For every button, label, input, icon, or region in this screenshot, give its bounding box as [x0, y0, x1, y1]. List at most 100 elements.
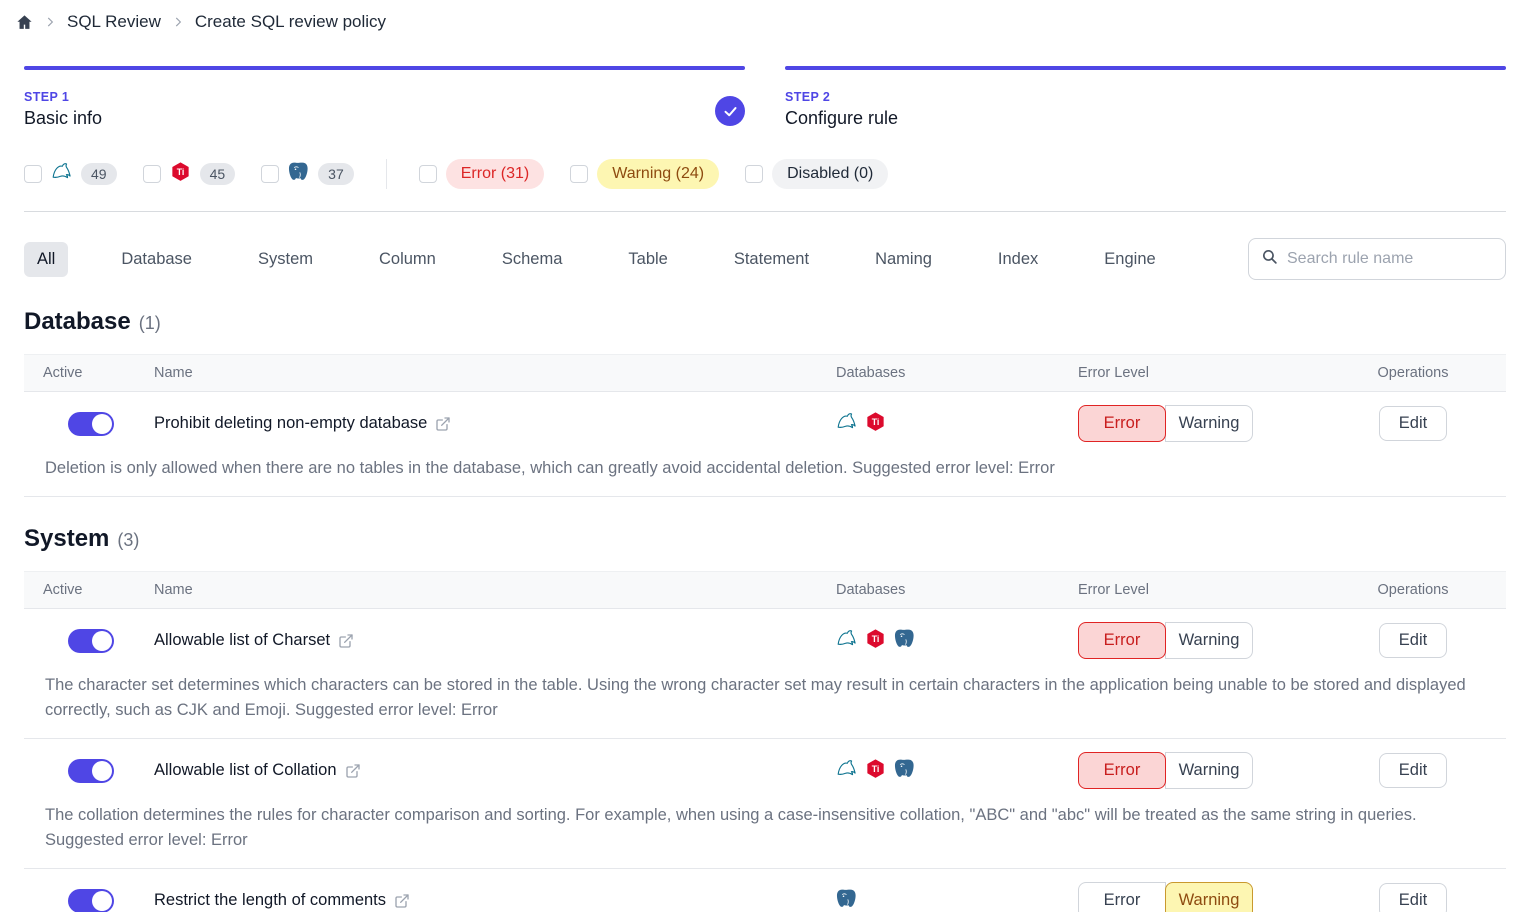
- mysql-icon: [51, 169, 72, 186]
- error-level-warning-button[interactable]: Warning: [1165, 882, 1253, 912]
- search-input[interactable]: [1287, 250, 1493, 268]
- external-link-icon[interactable]: [435, 416, 451, 432]
- active-toggle[interactable]: [68, 889, 114, 912]
- step-2[interactable]: STEP 2 Configure rule: [785, 66, 1506, 129]
- step-1[interactable]: STEP 1 Basic info: [24, 66, 745, 129]
- tidb-count-badge: 45: [200, 163, 236, 185]
- breadcrumb-current-page: Create SQL review policy: [195, 12, 386, 32]
- tab-database[interactable]: Database: [108, 242, 205, 277]
- section-heading: Database (1): [24, 308, 1506, 336]
- home-icon[interactable]: [16, 14, 33, 31]
- active-toggle[interactable]: [68, 412, 114, 436]
- edit-button[interactable]: Edit: [1379, 753, 1447, 788]
- rule-name: Allowable list of Charset: [154, 631, 330, 650]
- rule-section: Database (1) Active Name Databases Error…: [24, 308, 1506, 497]
- error-level-error-button[interactable]: Error: [1078, 752, 1166, 789]
- column-header-error-level: Error Level: [1060, 572, 1320, 608]
- category-tabs-row: All Database System Column Schema Table Statem…: [24, 238, 1506, 280]
- mysql-filter-checkbox[interactable]: [24, 165, 42, 183]
- column-header-name: Name: [154, 572, 820, 608]
- tab-index[interactable]: Index: [985, 242, 1051, 277]
- edit-button[interactable]: Edit: [1379, 406, 1447, 441]
- section-count: (1): [139, 313, 161, 334]
- active-toggle[interactable]: [68, 629, 114, 653]
- postgres-icon-slot: [288, 161, 309, 187]
- tab-engine[interactable]: Engine: [1091, 242, 1168, 277]
- tab-all[interactable]: All: [24, 242, 68, 277]
- postgres-filter-checkbox[interactable]: [261, 165, 279, 183]
- tab-schema[interactable]: Schema: [489, 242, 576, 277]
- rule-description: Deletion is only allowed when there are …: [24, 454, 1506, 496]
- edit-button[interactable]: Edit: [1379, 623, 1447, 658]
- filter-postgres: 37: [261, 161, 354, 187]
- breadcrumb: SQL Review Create SQL review policy: [16, 0, 1506, 42]
- filter-error: Error (31): [419, 159, 544, 189]
- column-header-active: Active: [24, 572, 154, 608]
- category-tabs: All Database System Column Schema Table Statem…: [24, 242, 1248, 277]
- error-filter-checkbox[interactable]: [419, 165, 437, 183]
- tab-column[interactable]: Column: [366, 242, 449, 277]
- error-level-control: Error Warning: [1060, 752, 1320, 789]
- search-box[interactable]: [1248, 238, 1506, 280]
- section-count: (3): [117, 530, 139, 551]
- filter-mysql: 49: [24, 161, 117, 187]
- error-level-warning-button[interactable]: Warning: [1165, 405, 1253, 442]
- external-link-icon[interactable]: [338, 633, 354, 649]
- breadcrumb-sql-review[interactable]: SQL Review: [67, 12, 161, 32]
- column-header-error-level: Error Level: [1060, 355, 1320, 391]
- tab-statement[interactable]: Statement: [721, 242, 822, 277]
- table-header-row: Active Name Databases Error Level Operat…: [24, 354, 1506, 392]
- external-link-icon[interactable]: [394, 893, 410, 909]
- chevron-right-icon: [43, 15, 57, 29]
- error-level-warning-button[interactable]: Warning: [1165, 622, 1253, 659]
- error-filter-pill: Error (31): [446, 159, 544, 189]
- table-body: Allowable list of Charset Ti Error Warni…: [24, 609, 1506, 912]
- svg-text:Ti: Ti: [176, 167, 184, 177]
- external-link-icon[interactable]: [345, 763, 361, 779]
- mysql-icon: [836, 628, 857, 654]
- filter-warning: Warning (24): [570, 159, 719, 189]
- tidb-icon: Ti: [170, 169, 191, 186]
- error-level-warning-button[interactable]: Warning: [1165, 752, 1253, 789]
- rule-description: The character set determines which chara…: [24, 671, 1506, 738]
- rule-description: The collation determines the rules for c…: [24, 801, 1506, 868]
- postgres-icon: [288, 169, 309, 186]
- postgres-count-badge: 37: [318, 163, 354, 185]
- tidb-icon: Ti: [865, 758, 886, 784]
- rule-block: Restrict the length of comments Error Wa…: [24, 868, 1506, 912]
- edit-button[interactable]: Edit: [1379, 883, 1447, 912]
- warning-filter-pill: Warning (24): [597, 159, 719, 189]
- table-body: Prohibit deleting non-empty database Ti …: [24, 392, 1506, 496]
- error-level-error-button[interactable]: Error: [1078, 622, 1166, 659]
- disabled-filter-checkbox[interactable]: [745, 165, 763, 183]
- step-1-progress-bar: [24, 66, 745, 70]
- postgres-icon: [836, 888, 857, 912]
- column-header-operations: Operations: [1320, 355, 1506, 391]
- svg-text:Ti: Ti: [872, 763, 880, 773]
- tidb-icon: Ti: [865, 628, 886, 654]
- column-header-operations: Operations: [1320, 572, 1506, 608]
- mysql-count-badge: 49: [81, 163, 117, 185]
- tab-table[interactable]: Table: [615, 242, 680, 277]
- rule-engines: Ti: [820, 628, 1060, 654]
- mysql-icon-slot: [51, 161, 72, 187]
- section-divider: [24, 211, 1506, 212]
- column-header-databases: Databases: [820, 572, 1060, 608]
- rule-engines: [820, 888, 1060, 912]
- tidb-filter-checkbox[interactable]: [143, 165, 161, 183]
- step-1-completed-check-icon: [715, 96, 745, 126]
- tab-system[interactable]: System: [245, 242, 326, 277]
- tab-naming[interactable]: Naming: [862, 242, 945, 277]
- rule-block: Prohibit deleting non-empty database Ti …: [24, 392, 1506, 496]
- table-row: Prohibit deleting non-empty database Ti …: [24, 392, 1506, 454]
- toggle-knob: [92, 631, 112, 651]
- toggle-knob: [92, 414, 112, 434]
- step-1-title: Basic info: [24, 108, 745, 129]
- error-level-error-button[interactable]: Error: [1078, 405, 1166, 442]
- active-toggle[interactable]: [68, 759, 114, 783]
- rule-block: Allowable list of Collation Ti Error War…: [24, 738, 1506, 868]
- filter-disabled: Disabled (0): [745, 159, 888, 189]
- warning-filter-checkbox[interactable]: [570, 165, 588, 183]
- error-level-error-button[interactable]: Error: [1078, 882, 1166, 912]
- rule-name: Allowable list of Collation: [154, 761, 337, 780]
